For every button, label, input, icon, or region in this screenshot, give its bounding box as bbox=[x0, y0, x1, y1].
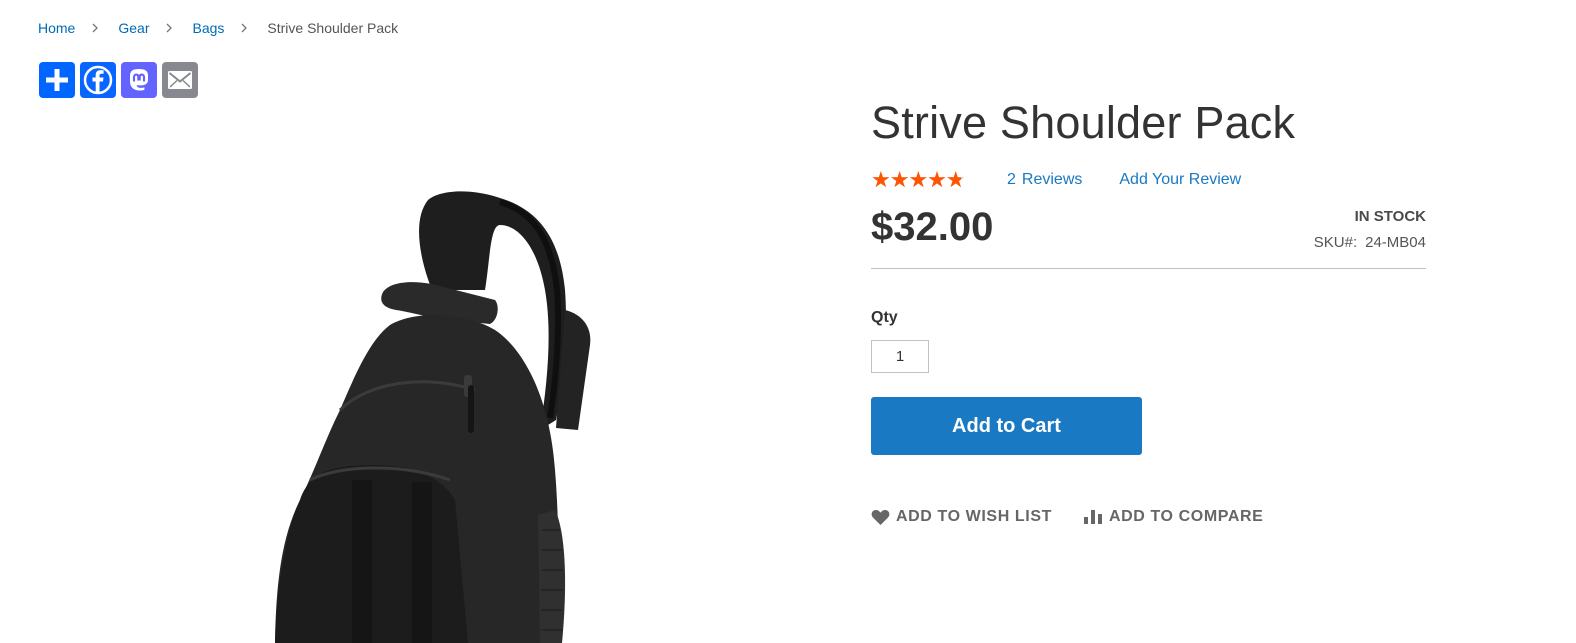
facebook-icon bbox=[83, 65, 113, 95]
breadcrumb-home[interactable]: Home bbox=[38, 20, 75, 36]
add-to-cart-button[interactable]: Add to Cart bbox=[871, 397, 1142, 455]
add-to-compare-button[interactable]: ADD TO COMPARE bbox=[1083, 508, 1263, 526]
mastodon-share-button[interactable] bbox=[121, 62, 157, 98]
star-rating-fill: ★★★★★ bbox=[871, 169, 961, 191]
bar-chart-icon bbox=[1083, 510, 1102, 524]
chevron-right-icon bbox=[167, 23, 173, 33]
stock-status: IN STOCK bbox=[1354, 208, 1426, 225]
qty-label: Qty bbox=[871, 309, 898, 326]
add-review-link[interactable]: Add Your Review bbox=[1119, 171, 1241, 189]
email-icon bbox=[168, 71, 192, 89]
rating-stars: ★★★★★ ★★★★★ bbox=[871, 169, 971, 191]
sku-value: 24-MB04 bbox=[1365, 234, 1426, 251]
black-shoulder-backpack-image bbox=[275, 191, 591, 643]
heart-icon bbox=[871, 509, 890, 525]
breadcrumb-bags[interactable]: Bags bbox=[192, 20, 224, 36]
wishlist-label: ADD TO WISH LIST bbox=[896, 508, 1052, 525]
product-reviews-summary: ★★★★★ ★★★★★ 2 Reviews Add Your Review bbox=[871, 168, 1241, 192]
product-social-actions: ADD TO WISH LIST ADD TO COMPARE bbox=[871, 505, 1263, 529]
share-plus-icon bbox=[46, 69, 68, 91]
breadcrumb-gear[interactable]: Gear bbox=[118, 20, 149, 36]
chevron-right-icon bbox=[241, 23, 248, 33]
product-price: $32.00 bbox=[871, 205, 994, 249]
reviews-link[interactable]: 2 Reviews bbox=[1007, 171, 1082, 189]
facebook-share-button[interactable] bbox=[80, 62, 116, 98]
add-to-wishlist-button[interactable]: ADD TO WISH LIST bbox=[871, 508, 1052, 526]
breadcrumb: Home Gear Bags Strive Shoulder Pack bbox=[38, 17, 398, 39]
product-sku: SKU#: 24-MB04 bbox=[1314, 234, 1426, 251]
compare-label: ADD TO COMPARE bbox=[1108, 508, 1264, 525]
email-share-button[interactable] bbox=[162, 62, 198, 98]
chevron-right-icon bbox=[92, 23, 99, 33]
breadcrumb-current: Strive Shoulder Pack bbox=[267, 20, 399, 36]
share-bar bbox=[39, 62, 198, 98]
divider bbox=[871, 268, 1426, 269]
share-button[interactable] bbox=[39, 62, 75, 98]
product-image bbox=[200, 180, 680, 643]
mastodon-icon bbox=[130, 69, 148, 91]
qty-input[interactable] bbox=[871, 340, 929, 373]
product-title: Strive Shoulder Pack bbox=[871, 97, 1296, 148]
sku-label: SKU#: bbox=[1313, 234, 1358, 251]
